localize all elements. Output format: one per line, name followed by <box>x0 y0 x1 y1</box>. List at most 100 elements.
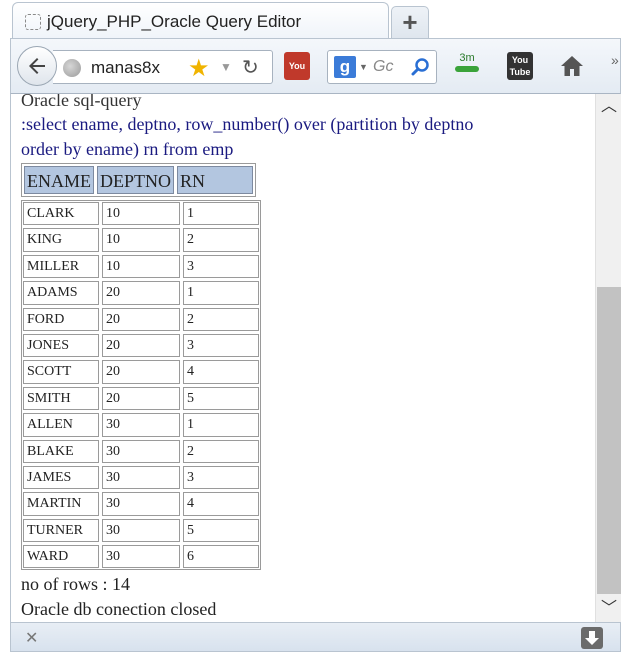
tab-strip: jQuery_PHP_Oracle Query Editor + <box>0 0 631 42</box>
table-row: FORD 20 2 <box>23 307 259 331</box>
cell-ename: CLARK <box>23 202 99 226</box>
home-button[interactable] <box>559 52 585 80</box>
url-dropdown-icon[interactable]: ▼ <box>220 60 232 74</box>
table-row: WARD 30 6 <box>23 545 259 569</box>
magnifier-icon[interactable] <box>410 57 430 77</box>
extension-3m-bar <box>455 66 479 72</box>
column-header-rn: RN <box>177 166 253 194</box>
download-button[interactable] <box>581 627 603 649</box>
cell-ename: MARTIN <box>23 492 99 516</box>
cell-deptno: 10 <box>102 254 180 279</box>
cell-deptno: 30 <box>102 545 180 569</box>
cell-ename: MILLER <box>23 254 99 279</box>
result-data-table: CLARK 10 1 KING 10 2 MILLER 10 3 ADAMS 2… <box>21 200 261 571</box>
globe-icon <box>63 59 81 77</box>
google-logo-icon[interactable]: g <box>334 56 356 78</box>
extension-3m-label: 3m <box>459 52 475 64</box>
cell-deptno: 30 <box>102 492 180 516</box>
cell-deptno: 20 <box>102 360 180 384</box>
extension-red-icon[interactable]: You <box>284 52 310 80</box>
column-header-deptno: DEPTNO <box>97 166 174 194</box>
cell-ename: SCOTT <box>23 360 99 384</box>
page-heading: Oracle sql-query <box>21 94 142 110</box>
url-text: manas8x <box>91 58 160 77</box>
cell-deptno: 10 <box>102 202 180 226</box>
cell-rn: 1 <box>183 281 259 305</box>
cell-ename: JONES <box>23 333 99 358</box>
browser-window: jQuery_PHP_Oracle Query Editor + manas8x… <box>0 0 631 661</box>
table-row: TURNER 30 5 <box>23 518 259 543</box>
cell-rn: 5 <box>183 386 259 411</box>
cell-rn: 3 <box>183 465 259 490</box>
table-row: JAMES 30 3 <box>23 465 259 490</box>
cell-rn: 1 <box>183 413 259 437</box>
scroll-up-icon[interactable]: ︿ <box>596 94 622 120</box>
cell-rn: 5 <box>183 518 259 543</box>
row-count-text: no of rows : 14 <box>21 574 130 594</box>
new-tab-button[interactable]: + <box>391 6 429 38</box>
cell-ename: WARD <box>23 545 99 569</box>
overflow-menu-icon[interactable]: » <box>611 52 623 80</box>
vertical-scrollbar[interactable]: ︿ ﹀ <box>595 94 621 622</box>
back-arrow-icon <box>29 58 45 74</box>
extension-3m-icon[interactable]: 3m <box>453 52 481 80</box>
scroll-down-icon[interactable]: ﹀ <box>596 596 622 622</box>
addon-bar: ✕ <box>10 622 621 652</box>
cell-deptno: 20 <box>102 333 180 358</box>
table-row: MILLER 10 3 <box>23 254 259 279</box>
cell-rn: 2 <box>183 228 259 252</box>
query-text-line-2: order by ename) rn from emp <box>21 139 234 159</box>
cell-rn: 4 <box>183 360 259 384</box>
cell-deptno: 30 <box>102 439 180 463</box>
table-row: ADAMS 20 1 <box>23 281 259 305</box>
cell-ename: BLAKE <box>23 439 99 463</box>
url-bar[interactable]: manas8x ★ ▼ ↻ <box>53 50 273 84</box>
header-row: ENAME DEPTNO RN <box>24 166 253 194</box>
back-button[interactable] <box>17 46 57 86</box>
youtube-icon[interactable]: You Tube <box>507 52 533 80</box>
table-row: ALLEN 30 1 <box>23 413 259 437</box>
navigation-toolbar: manas8x ★ ▼ ↻ You g ▼ Gc 3m You Tube » <box>10 38 621 94</box>
table-row: CLARK 10 1 <box>23 202 259 226</box>
column-header-ename: ENAME <box>24 166 94 194</box>
tab-title: jQuery_PHP_Oracle Query Editor <box>47 12 302 31</box>
cell-deptno: 20 <box>102 307 180 331</box>
cell-deptno: 20 <box>102 386 180 411</box>
table-row: BLAKE 30 2 <box>23 439 259 463</box>
search-engine-dropdown-icon[interactable]: ▼ <box>359 62 368 72</box>
table-row: MARTIN 30 4 <box>23 492 259 516</box>
cell-rn: 3 <box>183 333 259 358</box>
cell-deptno: 30 <box>102 413 180 437</box>
scroll-thumb[interactable] <box>597 287 621 594</box>
page-favicon-icon <box>25 14 41 30</box>
cell-deptno: 20 <box>102 281 180 305</box>
table-row: KING 10 2 <box>23 228 259 252</box>
search-input[interactable]: Gc <box>373 58 393 76</box>
cell-ename: SMITH <box>23 386 99 411</box>
home-icon <box>561 56 583 76</box>
cell-ename: FORD <box>23 307 99 331</box>
cell-ename: TURNER <box>23 518 99 543</box>
result-header-table: ENAME DEPTNO RN <box>21 163 256 197</box>
cell-rn: 1 <box>183 202 259 226</box>
query-text-line-1: :select ename, deptno, row_number() over… <box>21 114 474 134</box>
close-icon[interactable]: ✕ <box>25 628 38 648</box>
cell-rn: 2 <box>183 439 259 463</box>
connection-status-text: Oracle db conection closed <box>21 599 217 619</box>
page-content: Oracle sql-query :select ename, deptno, … <box>10 94 595 622</box>
cell-deptno: 30 <box>102 465 180 490</box>
cell-rn: 2 <box>183 307 259 331</box>
cell-ename: ADAMS <box>23 281 99 305</box>
search-bar[interactable]: g ▼ Gc <box>327 50 437 84</box>
cell-rn: 3 <box>183 254 259 279</box>
download-icon <box>585 631 599 645</box>
youtube-label: You Tube <box>509 55 531 77</box>
star-icon[interactable]: ★ <box>188 54 210 83</box>
cell-ename: ALLEN <box>23 413 99 437</box>
table-row: SCOTT 20 4 <box>23 360 259 384</box>
reload-icon[interactable]: ↻ <box>242 55 259 80</box>
table-row: SMITH 20 5 <box>23 386 259 411</box>
tab-active[interactable]: jQuery_PHP_Oracle Query Editor <box>12 2 389 42</box>
cell-deptno: 30 <box>102 518 180 543</box>
cell-rn: 6 <box>183 545 259 569</box>
